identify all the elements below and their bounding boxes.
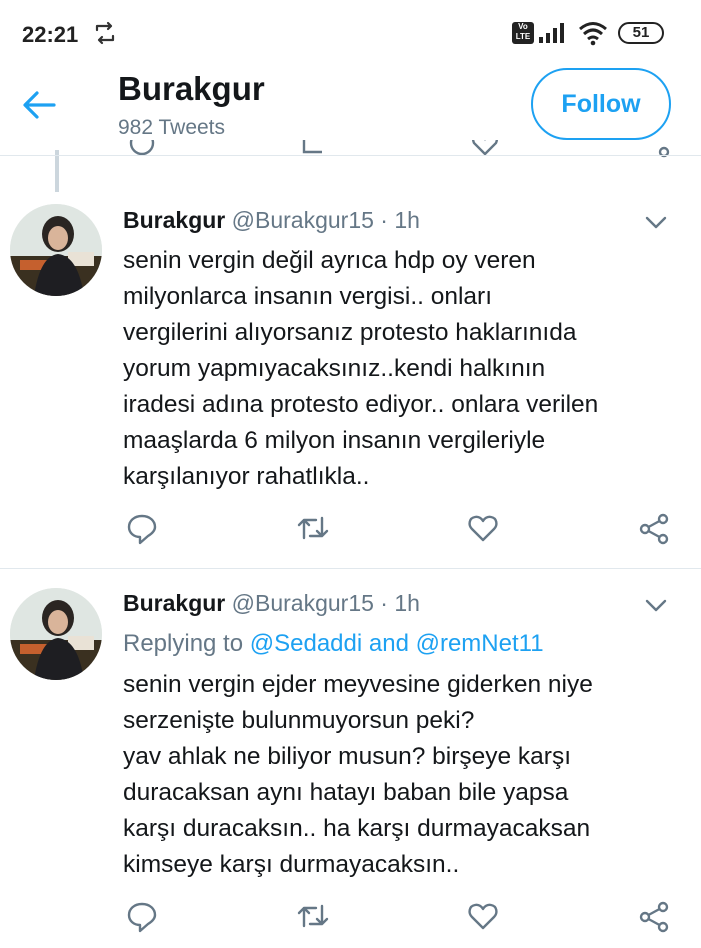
tweet-text: senin vergin değil ayrıca hdp oy veren m… — [123, 243, 693, 495]
like-icon[interactable] — [467, 512, 499, 544]
tweet-line: karşılanıyor rahatlıkla.. — [123, 463, 370, 490]
reply-icon[interactable] — [126, 900, 158, 934]
tweet-line: senin vergin ejder meyvesine giderken ni… — [123, 671, 593, 698]
tweet-line: duracaksan aynı hatayı baban bile yapsa — [123, 779, 569, 806]
retweet-icon[interactable] — [296, 900, 330, 932]
author-name[interactable]: Burakgur — [123, 590, 225, 616]
meta-separator: · — [380, 207, 388, 233]
tweet-line: kimseye karşı durmayacaksın.. — [123, 851, 460, 878]
battery-icon: 51 — [618, 22, 664, 44]
tweet-actions — [0, 512, 701, 552]
tweet-meta: Burakgur @Burakgur15 · 1h — [123, 590, 420, 617]
tweet-actions — [0, 900, 701, 940]
tweet-time: 1h — [394, 207, 420, 233]
tweet-meta: Burakgur @Burakgur15 · 1h — [123, 207, 420, 234]
tweet-line: vergilerini alıyorsanız protesto hakları… — [123, 319, 577, 346]
meta-separator: · — [380, 590, 388, 616]
tweet-count: 982 Tweets — [118, 116, 226, 139]
tweet-line: senin vergin değil ayrıca hdp oy veren — [123, 247, 536, 274]
reply-icon[interactable] — [126, 512, 158, 546]
share-icon[interactable] — [638, 512, 670, 546]
author-handle[interactable]: @Burakgur15 — [232, 207, 374, 233]
divider — [0, 568, 701, 569]
profile-name: Burakgur — [118, 70, 265, 107]
author-handle[interactable]: @Burakgur15 — [232, 590, 374, 616]
signal-icon — [539, 23, 564, 43]
tweet-line: yorum yapmıyacaksınız..kendi halkının — [123, 355, 546, 382]
replying-to: Replying to @Sedaddi and @remNet11 — [123, 630, 544, 658]
back-arrow-icon[interactable] — [22, 90, 56, 120]
tweet-line: yav ahlak ne biliyor musun? birşeye karş… — [123, 743, 572, 770]
tweet-line: karşı duracaksın.. ha karşı durmayacaksa… — [123, 815, 591, 842]
volte-icon: Vo LTE — [512, 22, 534, 44]
wifi-icon — [579, 22, 607, 46]
sync-icon — [95, 21, 115, 45]
divider — [0, 155, 701, 156]
tweet-line: serzenişte bulunmuyorsun peki? — [123, 707, 475, 734]
reply-and: and — [368, 630, 409, 657]
like-icon[interactable] — [467, 900, 499, 932]
mention-link[interactable]: @remNet11 — [416, 630, 544, 657]
status-bar: 22:21 Vo LTE 51 — [0, 0, 701, 68]
tweet-time: 1h — [394, 590, 420, 616]
avatar[interactable] — [10, 588, 102, 680]
mention-link[interactable]: @Sedaddi — [250, 630, 362, 657]
tweet-line: maaşlarda 6 milyon insanın vergileriyle — [123, 427, 546, 454]
status-time: 22:21 — [22, 22, 79, 47]
chevron-down-icon[interactable] — [644, 215, 668, 231]
tweet-text: senin vergin ejder meyvesine giderken ni… — [123, 667, 693, 883]
replying-to-prefix: Replying to — [123, 630, 244, 657]
follow-button[interactable]: Follow — [531, 68, 671, 140]
tweet-line: iradesi adına protesto ediyor.. onlara v… — [123, 391, 599, 418]
share-icon[interactable] — [638, 900, 670, 934]
author-name[interactable]: Burakgur — [123, 207, 225, 233]
tweet-line: milyonlarca insanın vergisi.. onları — [123, 283, 493, 310]
retweet-icon[interactable] — [296, 512, 330, 544]
avatar[interactable] — [10, 204, 102, 296]
chevron-down-icon[interactable] — [644, 598, 668, 614]
thread-connector — [55, 150, 59, 192]
